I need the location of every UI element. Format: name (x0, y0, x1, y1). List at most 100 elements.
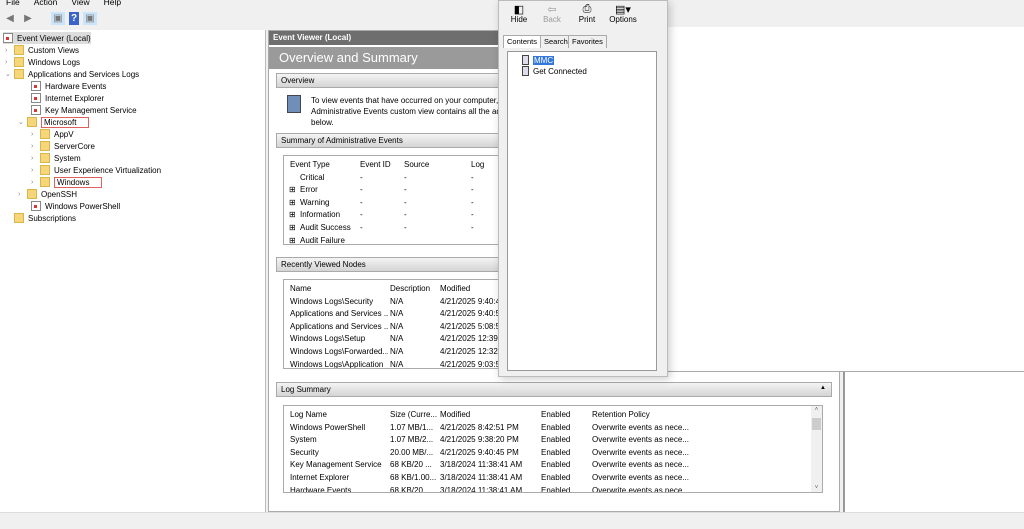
expand-icon[interactable]: ⊞ (289, 198, 298, 207)
table-cell: - (360, 210, 363, 220)
column-header[interactable]: Log Name (290, 410, 388, 419)
scroll-up-icon[interactable]: ˄ (811, 407, 822, 413)
table-cell: - (404, 185, 407, 195)
expand-icon[interactable]: ⊞ (289, 185, 298, 194)
menu-action[interactable]: Action (34, 0, 58, 9)
tree-item-system[interactable]: › System (31, 152, 81, 164)
show-hide-console-tree-icon[interactable]: ▣ (51, 12, 65, 25)
scroll-thumb[interactable] (812, 418, 821, 430)
column-header[interactable]: Retention Policy (592, 410, 692, 419)
table-cell: Key Management Service (290, 460, 382, 470)
scroll-down-icon[interactable]: ˅ (811, 485, 822, 491)
back-arrow-icon: ⇦ (547, 4, 557, 16)
chevron-right-icon[interactable]: › (31, 179, 40, 186)
tab-contents[interactable]: Contents (503, 35, 542, 48)
table-cell: Internet Explorer (290, 473, 350, 482)
chevron-right-icon[interactable]: › (31, 131, 40, 138)
chevron-right-icon[interactable]: › (5, 47, 14, 54)
chevron-right-icon[interactable]: › (5, 59, 14, 66)
back-button[interactable]: ⇦ Back (534, 3, 570, 24)
help-icon[interactable]: ? (69, 12, 79, 25)
table-cell: Enabled (541, 485, 571, 493)
collapse-icon[interactable]: ▲ (820, 385, 826, 391)
table-cell: Enabled (541, 460, 571, 470)
hide-button[interactable]: ◧ Hide (501, 3, 537, 24)
expand-icon[interactable]: ⊞ (289, 210, 298, 219)
printer-icon: ⎙ (582, 3, 592, 15)
chevron-right-icon[interactable]: › (18, 191, 27, 198)
tree-root-event-viewer[interactable]: Event Viewer (Local) (3, 32, 91, 44)
column-header[interactable]: Description (390, 284, 440, 293)
tree-item-servercore[interactable]: › ServerCore (31, 140, 95, 152)
subscriptions-icon (14, 213, 24, 223)
tree-item-uev[interactable]: › User Experience Virtualization (31, 164, 161, 176)
help-contents-tree: MMC Get Connected (507, 51, 657, 371)
table-cell: 4/21/2025 9:40:45 PM (440, 447, 519, 457)
options-button[interactable]: ▤▾ Options (605, 3, 641, 24)
column-header[interactable]: Modified (440, 284, 500, 293)
table-cell: 1.07 MB/1... (390, 422, 434, 432)
chevron-right-icon[interactable]: › (31, 143, 40, 150)
table-cell: 3/18/2024 11:38:41 AM (440, 460, 523, 470)
table-cell: Applications and Services ... (290, 309, 388, 319)
folder-icon (40, 165, 50, 175)
table-cell: N/A (390, 321, 404, 331)
show-hide-action-pane-icon[interactable]: ▣ (83, 12, 97, 25)
table-cell: 3/18/2024 11:38:41 AM (440, 485, 523, 493)
help-page-icon (522, 55, 529, 65)
table-cell: 4/21/2025 9:40:57 (440, 309, 500, 319)
tree-item-appv[interactable]: › AppV (31, 128, 74, 140)
scrollbar[interactable]: ˄ ˅ (811, 406, 822, 492)
options-icon: ▤▾ (615, 4, 631, 16)
back-arrow-icon[interactable]: ◀ (3, 12, 17, 25)
tree-item-key-management[interactable]: Key Management Service (31, 104, 137, 116)
tree-item-windows-logs[interactable]: › Windows Logs (5, 56, 80, 68)
table-cell: Overwrite events as nece... (592, 422, 689, 432)
expand-icon[interactable]: ⊞ (289, 236, 298, 244)
table-cell: Security (290, 447, 319, 457)
chevron-right-icon[interactable]: › (31, 155, 40, 162)
column-header[interactable]: Enabled (541, 410, 591, 419)
tree-item-windows[interactable]: › Windows (31, 176, 103, 188)
column-header[interactable]: Source (404, 160, 470, 169)
tree-item-subscriptions[interactable]: Subscriptions (14, 212, 76, 224)
column-header[interactable]: Event Type (290, 160, 360, 169)
column-header[interactable]: Event ID (360, 160, 404, 169)
tree-item-microsoft[interactable]: ⌄ Microsoft (18, 116, 90, 128)
table-cell: 68 KB/1.00... (390, 473, 437, 482)
table-cell: 4/21/2025 9:03:51 (440, 359, 500, 369)
help-item-get-connected[interactable]: Get Connected (522, 65, 587, 77)
tab-search[interactable]: Search (540, 35, 572, 48)
tree-item-openssh[interactable]: › OpenSSH (18, 188, 77, 200)
table-cell: N/A (390, 309, 404, 319)
table-cell: 68 KB/20 ... (390, 460, 432, 470)
folder-icon (40, 129, 50, 139)
table-cell: Overwrite events as nece... (592, 473, 689, 482)
chevron-right-icon[interactable]: › (31, 167, 40, 174)
table-cell: 68 KB/20 ... (390, 485, 432, 493)
expand-icon[interactable]: ⊞ (289, 223, 298, 232)
column-header[interactable]: Name (290, 284, 388, 293)
tree-item-hardware-events[interactable]: Hardware Events (31, 80, 106, 92)
table-cell: 4/21/2025 9:40:45 (440, 296, 500, 306)
log-summary-section-header[interactable]: Log Summary ▲ (276, 382, 832, 397)
tree-item-windows-powershell[interactable]: Windows PowerShell (31, 200, 120, 212)
tab-favorites[interactable]: Favorites (568, 35, 607, 48)
help-window: ◧ Hide ⇦ Back ⎙ Print ▤▾ Options Contents Se… (498, 0, 668, 377)
chevron-down-icon[interactable]: ⌄ (5, 70, 14, 78)
column-header[interactable]: Modified (440, 410, 540, 419)
tree-item-internet-explorer[interactable]: Internet Explorer (31, 92, 104, 104)
folder-icon (40, 153, 50, 163)
print-button[interactable]: ⎙ Print (569, 3, 605, 24)
menu-help[interactable]: Help (104, 0, 121, 9)
forward-arrow-icon[interactable]: ▶ (21, 12, 35, 25)
menu-file[interactable]: File (6, 0, 20, 9)
tree-item-custom-views[interactable]: › Custom Views (5, 44, 79, 56)
column-header[interactable]: Size (Curre... (390, 410, 440, 419)
table-cell: 4/21/2025 8:42:51 PM (440, 422, 519, 432)
tree-item-apps-services-logs[interactable]: ⌄ Applications and Services Logs (5, 68, 139, 80)
table-cell: 4/21/2025 12:39:47 (440, 334, 500, 344)
menu-view[interactable]: View (71, 0, 89, 9)
chevron-down-icon[interactable]: ⌄ (18, 118, 27, 126)
table-cell: Enabled (541, 422, 571, 432)
